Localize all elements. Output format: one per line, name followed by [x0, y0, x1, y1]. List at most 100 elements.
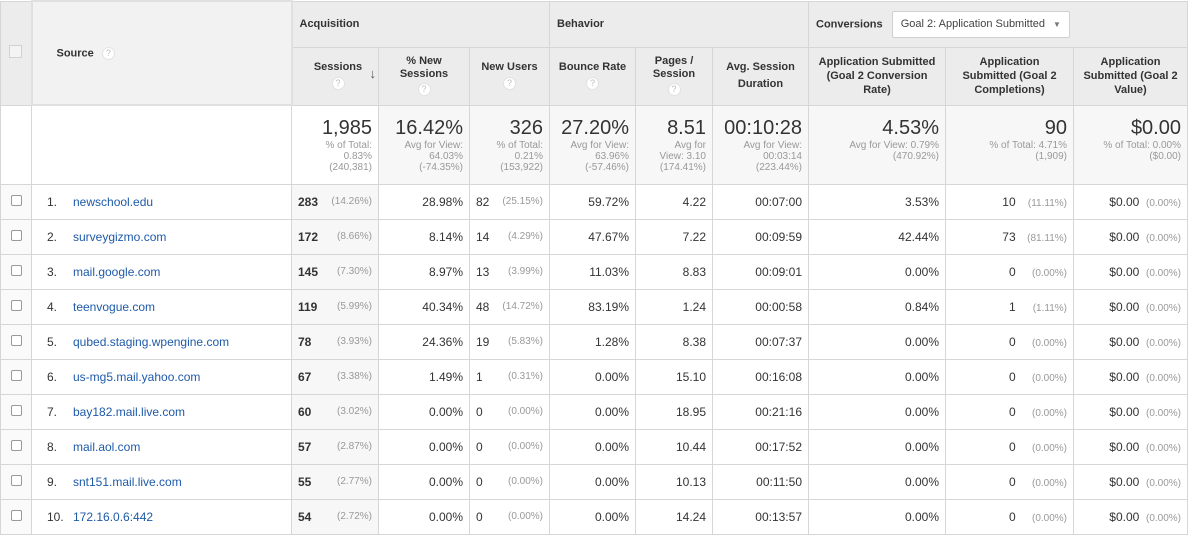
completions-pct: (0.00%) [1031, 372, 1067, 384]
value-value: $0.00 [1109, 229, 1140, 244]
sort-descending-icon: ↓ [369, 66, 377, 82]
source-link[interactable]: 172.16.0.6:442 [73, 510, 153, 524]
new-users-pct: (0.00%) [507, 406, 543, 417]
new-users-value: 14 [476, 229, 490, 244]
source-link[interactable]: mail.aol.com [73, 440, 140, 454]
source-link[interactable]: teenvogue.com [73, 300, 155, 314]
completions-pct: (1.11%) [1032, 302, 1067, 314]
source-link[interactable]: bay182.mail.live.com [73, 405, 185, 419]
row-checkbox[interactable] [10, 439, 22, 451]
col-avg-session-duration[interactable]: Avg. Session Duration [712, 46, 809, 106]
help-icon[interactable]: ? [331, 77, 345, 91]
completions-pct: (11.11%) [1027, 197, 1067, 209]
value-pct: (0.00%) [1145, 267, 1181, 279]
source-link[interactable]: newschool.edu [73, 195, 153, 209]
table-row: 8. mail.aol.com 57 (2.87%) 0.00% 0 (0.00%) … [0, 428, 1188, 465]
total-bounce-rate: 27.20% Avg for View: 63.96% (-57.46%) [549, 104, 636, 185]
col-goal2-conversion-rate-label: Application Submitted (Goal 2 Conversion… [818, 56, 936, 96]
value-pct: (0.00%) [1145, 337, 1181, 349]
row-checkbox[interactable] [10, 509, 22, 521]
col-goal2-conversion-rate[interactable]: Application Submitted (Goal 2 Conversion… [808, 46, 946, 106]
help-icon[interactable]: ? [586, 77, 599, 91]
sessions-value: 145 [298, 264, 319, 279]
new-users-cell: 0 (0.00%) [469, 428, 550, 465]
sessions-cell: 60 (3.02%) [291, 393, 379, 430]
source-link[interactable]: qubed.staging.wpengine.com [73, 335, 229, 349]
help-icon[interactable]: ? [503, 77, 516, 91]
pages-session-cell: 8.38 [635, 323, 713, 360]
source-link[interactable]: snt151.mail.live.com [73, 475, 182, 489]
col-pct-new-sessions[interactable]: % New Sessions ? [378, 46, 470, 106]
source-link[interactable]: us-mg5.mail.yahoo.com [73, 370, 200, 384]
col-goal2-completions[interactable]: Application Submitted (Goal 2 Completion… [945, 46, 1074, 106]
row-checkbox[interactable] [10, 404, 22, 416]
table-row: 6. us-mg5.mail.yahoo.com 67 (3.38%) 1.49% … [0, 358, 1188, 395]
pct-new-sessions-cell: 1.49% [378, 358, 470, 395]
goal2-completions-cell: 0 (0.00%) [945, 498, 1074, 535]
goal2-value-cell: $0.00 (0.00%) [1073, 218, 1188, 255]
col-goal2-completions-label: Application Submitted (Goal 2 Completion… [962, 56, 1057, 96]
avg-session-duration-cell: 00:21:16 [712, 393, 809, 430]
new-users-cell: 0 (0.00%) [469, 498, 550, 535]
row-checkbox[interactable] [10, 474, 22, 486]
new-users-pct: (14.72%) [502, 301, 543, 312]
goal2-conversion-rate-cell: 0.84% [808, 288, 946, 325]
value-pct: (0.00%) [1145, 407, 1181, 419]
row-index: 9. [47, 474, 58, 489]
goal2-completions-cell: 0 (0.00%) [945, 253, 1074, 290]
completions-pct: (0.00%) [1031, 512, 1067, 524]
sessions-cell: 172 (8.66%) [291, 218, 379, 255]
row-checkbox[interactable] [10, 299, 22, 311]
completions-pct: (81.11%) [1027, 232, 1067, 244]
goal2-conversion-rate-cell: 42.44% [808, 218, 946, 255]
goal2-conversion-rate-cell: 3.53% [808, 183, 946, 220]
col-pct-new-sessions-label: % New Sessions [399, 55, 449, 81]
goal2-value-cell: $0.00 (0.00%) [1073, 393, 1188, 430]
col-pages-session[interactable]: Pages / Session ? [635, 46, 713, 106]
sessions-pct: (14.26%) [331, 196, 372, 207]
new-users-cell: 19 (5.83%) [469, 323, 550, 360]
row-checkbox[interactable] [10, 229, 22, 241]
value-value: $0.00 [1109, 299, 1140, 314]
help-icon[interactable]: ? [667, 83, 681, 97]
total-goal2-value: $0.00 % of Total: 0.00% ($0.00) [1073, 104, 1188, 185]
sessions-pct: (3.02%) [336, 406, 372, 417]
source-link[interactable]: mail.google.com [73, 265, 160, 279]
group-conversions: Conversions Goal 2: Application Submitte… [808, 0, 1188, 48]
row-checkbox[interactable] [10, 334, 22, 346]
source-link[interactable]: surveygizmo.com [73, 230, 166, 244]
total-avg-session-duration: 00:10:28 Avg for View: 00:03:14 (223.44%… [712, 104, 809, 185]
pct-new-sessions-cell: 40.34% [378, 288, 470, 325]
help-icon[interactable]: ? [417, 83, 431, 97]
row-checkbox[interactable] [10, 369, 22, 381]
col-sessions[interactable]: ↓ Sessions ? [291, 46, 379, 106]
row-index: 4. [47, 299, 58, 314]
col-goal2-value-label: Application Submitted (Goal 2 Value) [1083, 56, 1178, 96]
help-icon[interactable]: ? [101, 46, 115, 60]
goal2-completions-cell: 0 (0.00%) [945, 323, 1074, 360]
goal-selector-dropdown[interactable]: Goal 2: Application Submitted ▼ [891, 10, 1070, 38]
sessions-value: 60 [298, 404, 312, 419]
value-pct: (0.00%) [1145, 197, 1181, 209]
sessions-value: 54 [298, 509, 312, 524]
sessions-cell: 57 (2.87%) [291, 428, 379, 465]
completions-pct: (0.00%) [1031, 407, 1067, 419]
new-users-value: 48 [476, 299, 490, 314]
col-sessions-label: Sessions [313, 61, 363, 74]
col-goal2-value[interactable]: Application Submitted (Goal 2 Value) [1073, 46, 1188, 106]
row-checkbox[interactable] [10, 194, 22, 206]
goal2-conversion-rate-cell: 0.00% [808, 393, 946, 430]
report-table: Source ? Acquisition Behavior Conversion… [0, 0, 1188, 535]
pct-new-sessions-cell: 0.00% [378, 428, 470, 465]
goal2-completions-cell: 0 (0.00%) [945, 358, 1074, 395]
row-checkbox[interactable] [10, 264, 22, 276]
value-pct: (0.00%) [1145, 372, 1181, 384]
col-bounce-rate[interactable]: Bounce Rate ? [549, 46, 636, 106]
completions-value: 0 [1008, 509, 1016, 524]
select-all-checkbox[interactable] [9, 45, 23, 58]
goal2-completions-cell: 73 (81.11%) [945, 218, 1074, 255]
new-users-value: 0 [476, 404, 483, 419]
col-new-users[interactable]: New Users ? [469, 46, 550, 106]
bounce-rate-cell: 0.00% [549, 358, 636, 395]
source-column-header[interactable]: Source ? [30, 0, 293, 106]
